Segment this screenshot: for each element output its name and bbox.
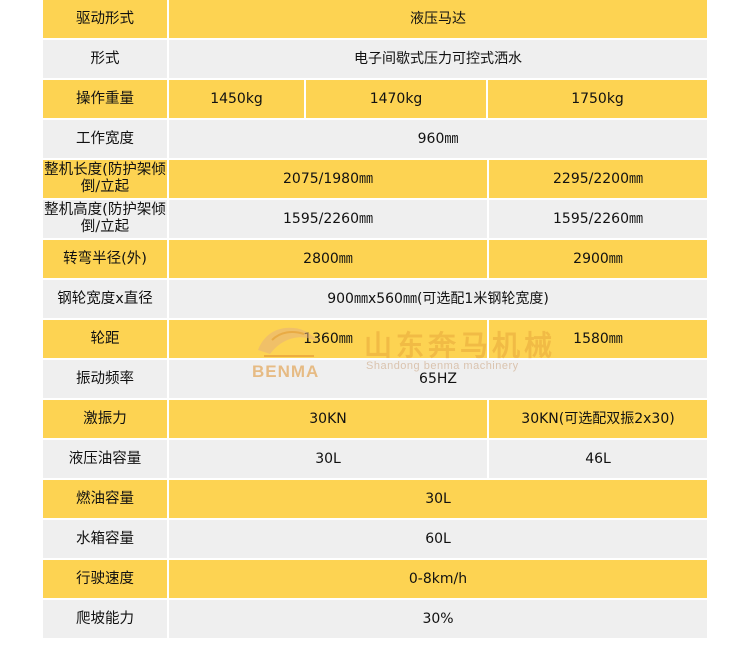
table-row: 工作宽度 960㎜ [43,120,707,158]
row-label: 转弯半径(外) [43,240,167,278]
row-label: 振动频率 [43,360,167,398]
table-row: 振动频率 65HZ [43,360,707,398]
row-label: 钢轮宽度x直径 [43,280,167,318]
row-value: 液压马达 [169,0,707,38]
row-value: 46L [489,440,707,478]
row-label: 驱动形式 [43,0,167,38]
row-value: 30L [169,480,707,518]
row-value: 2295/2200㎜ [489,160,707,198]
row-value: 30L [169,440,487,478]
row-label: 液压油容量 [43,440,167,478]
table-row: 驱动形式 液压马达 [43,0,707,38]
row-value: 1750kg [488,80,707,118]
row-label: 整机高度(防护架倾倒/立起 [43,200,167,238]
row-value: 0-8km/h [169,560,707,598]
row-value: 电子间歇式压力可控式洒水 [169,40,707,78]
table-row: 形式 电子间歇式压力可控式洒水 [43,40,707,78]
row-value: 1360㎜ [169,320,487,358]
row-label: 爬坡能力 [43,600,167,638]
table-row: 燃油容量 30L [43,480,707,518]
table-row: 转弯半径(外) 2800㎜ 2900㎜ [43,240,707,278]
row-label: 工作宽度 [43,120,167,158]
row-label: 轮距 [43,320,167,358]
row-value: 30KN [169,400,487,438]
row-label: 操作重量 [43,80,167,118]
table-row: 操作重量 1450kg 1470kg 1750kg [43,80,707,118]
table-row: 爬坡能力 30% [43,600,707,638]
row-label: 行驶速度 [43,560,167,598]
row-value: 30KN(可选配双振2x30) [489,400,707,438]
row-value: 1470kg [306,80,486,118]
row-value: 1450kg [169,80,304,118]
row-value: 1595/2260㎜ [489,200,707,238]
row-label: 燃油容量 [43,480,167,518]
row-value: 30% [169,600,707,638]
table-row: 液压油容量 30L 46L [43,440,707,478]
table-row: 轮距 1360㎜ 1580㎜ [43,320,707,358]
table-row: 水箱容量 60L [43,520,707,558]
row-label: 激振力 [43,400,167,438]
row-value: 60L [169,520,707,558]
row-value: 2900㎜ [489,240,707,278]
row-value: 2075/1980㎜ [169,160,487,198]
row-label: 整机长度(防护架倾倒/立起 [43,160,167,198]
row-value: 900㎜x560㎜(可选配1米钢轮宽度) [169,280,707,318]
table-row: 钢轮宽度x直径 900㎜x560㎜(可选配1米钢轮宽度) [43,280,707,318]
table-row: 整机高度(防护架倾倒/立起 1595/2260㎜ 1595/2260㎜ [43,200,707,238]
table-row: 整机长度(防护架倾倒/立起 2075/1980㎜ 2295/2200㎜ [43,160,707,198]
row-label: 形式 [43,40,167,78]
row-value: 1595/2260㎜ [169,200,487,238]
row-value: 1580㎜ [489,320,707,358]
row-value: 2800㎜ [169,240,487,278]
row-value: 65HZ [169,360,707,398]
table-row: 行驶速度 0-8km/h [43,560,707,598]
row-value: 960㎜ [169,120,707,158]
spec-table: 驱动形式 液压马达 形式 电子间歇式压力可控式洒水 操作重量 1450kg 14… [43,0,707,640]
table-row: 激振力 30KN 30KN(可选配双振2x30) [43,400,707,438]
row-label: 水箱容量 [43,520,167,558]
